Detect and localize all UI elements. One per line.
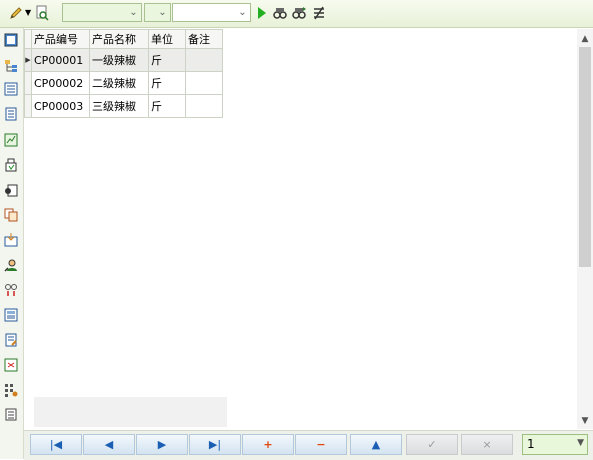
column-header-note[interactable]: 备注: [185, 29, 223, 49]
chevron-down-icon[interactable]: ▼: [577, 438, 584, 448]
cell-note[interactable]: [185, 71, 223, 95]
document-icon[interactable]: [3, 106, 19, 122]
first-record-button[interactable]: |◀: [30, 434, 82, 455]
cell-name[interactable]: 二级辣椒: [89, 71, 149, 95]
last-record-button[interactable]: ▶|: [189, 434, 241, 455]
left-icon-bar: [0, 28, 24, 459]
cell-code[interactable]: CP00001: [31, 48, 90, 72]
print-preview-icon[interactable]: [3, 157, 19, 173]
report-icon[interactable]: [3, 307, 19, 323]
plus-icon: +: [263, 438, 273, 451]
find-icon[interactable]: [272, 5, 288, 21]
column-header-unit[interactable]: 单位: [148, 29, 186, 49]
cell-unit[interactable]: 斤: [148, 71, 186, 95]
first-record-icon: |◀: [49, 438, 63, 451]
clipboard-icon[interactable]: [3, 406, 19, 422]
last-record-icon: ▶|: [208, 438, 222, 451]
chevron-down-icon[interactable]: ⌄: [155, 4, 170, 21]
record-navigator: |◀ ◀ ▶ ▶| + − ▲ ✓ × 1 ▼: [24, 430, 593, 460]
scrollbar-thumb[interactable]: [579, 47, 591, 267]
current-row-indicator-icon: ▶: [24, 48, 32, 72]
prev-record-icon: ◀: [104, 438, 114, 451]
table-row[interactable]: ▶ CP00001 一级辣椒 斤: [24, 48, 223, 72]
product-table: 产品编号 产品名称 单位 备注 ▶ CP00001 一级辣椒 斤 CP00002…: [24, 29, 223, 118]
top-toolbar: ▼ ⌄ ⌄ ⌄: [0, 0, 593, 28]
table-header-row: 产品编号 产品名称 单位 备注: [24, 29, 223, 49]
row-indicator-header: [24, 29, 32, 49]
chevron-down-icon[interactable]: ⌄: [235, 4, 250, 21]
find-next-icon[interactable]: [291, 5, 307, 21]
prev-record-button[interactable]: ◀: [83, 434, 135, 455]
data-grid: 产品编号 产品名称 单位 备注 ▶ CP00001 一级辣椒 斤 CP00002…: [24, 29, 577, 429]
minus-icon: −: [316, 438, 326, 451]
table-row[interactable]: CP00002 二级辣椒 斤: [24, 71, 223, 95]
delete-record-button[interactable]: −: [295, 434, 347, 455]
detail-view-icon[interactable]: [3, 81, 19, 97]
chevron-down-icon[interactable]: ⌄: [126, 4, 141, 21]
column-header-code[interactable]: 产品编号: [31, 29, 90, 49]
next-record-icon: ▶: [157, 438, 167, 451]
cell-unit[interactable]: 斤: [148, 48, 186, 72]
cell-name[interactable]: 三级辣椒: [89, 94, 149, 118]
filter-clear-icon[interactable]: [311, 5, 327, 21]
add-record-button[interactable]: +: [242, 434, 294, 455]
cell-note[interactable]: [185, 94, 223, 118]
pencil-icon[interactable]: [8, 5, 24, 21]
edit-document-icon[interactable]: [3, 332, 19, 348]
column-header-name[interactable]: 产品名称: [89, 29, 149, 49]
page-select[interactable]: 1 ▼: [522, 434, 588, 455]
page-select-value: 1: [527, 437, 535, 451]
filter-operator-combo[interactable]: ⌄: [144, 3, 171, 22]
form-view-icon[interactable]: [3, 32, 19, 48]
triangle-up-icon: ▲: [371, 438, 381, 451]
post-record-button[interactable]: ✓: [406, 434, 458, 455]
tree-view-icon[interactable]: [3, 58, 19, 74]
cancel-record-button[interactable]: ×: [461, 434, 513, 455]
run-query-icon[interactable]: [255, 5, 267, 21]
calculator-icon[interactable]: [3, 357, 19, 373]
dropdown-arrow-icon[interactable]: ▼: [25, 8, 31, 24]
cell-unit[interactable]: 斤: [148, 94, 186, 118]
close-icon: ×: [482, 438, 492, 451]
cell-code[interactable]: CP00002: [31, 71, 90, 95]
row-indicator: [24, 71, 32, 95]
chart-icon[interactable]: [3, 132, 19, 148]
grid-footer-summary: [34, 397, 227, 427]
user-search-icon[interactable]: [3, 257, 19, 273]
filter-field-combo[interactable]: ⌄: [62, 3, 142, 22]
import-icon[interactable]: [3, 232, 19, 248]
cell-name[interactable]: 一级辣椒: [89, 48, 149, 72]
row-indicator: [24, 94, 32, 118]
edit-record-button[interactable]: ▲: [350, 434, 402, 455]
cell-code[interactable]: CP00003: [31, 94, 90, 118]
export-icon[interactable]: [3, 182, 19, 198]
table-row[interactable]: CP00003 三级辣椒 斤: [24, 94, 223, 118]
scroll-up-icon[interactable]: ▲: [577, 31, 593, 47]
check-icon: ✓: [427, 438, 437, 451]
copy-icon[interactable]: [3, 207, 19, 223]
link-icon[interactable]: [3, 282, 19, 298]
vertical-scrollbar[interactable]: ▲ ▼: [577, 29, 593, 429]
next-record-button[interactable]: ▶: [136, 434, 188, 455]
cell-note[interactable]: [185, 48, 223, 72]
search-doc-icon[interactable]: [34, 5, 50, 21]
scroll-down-icon[interactable]: ▼: [577, 413, 593, 429]
filter-value-combo[interactable]: ⌄: [172, 3, 251, 22]
settings-grid-icon[interactable]: [3, 382, 19, 398]
